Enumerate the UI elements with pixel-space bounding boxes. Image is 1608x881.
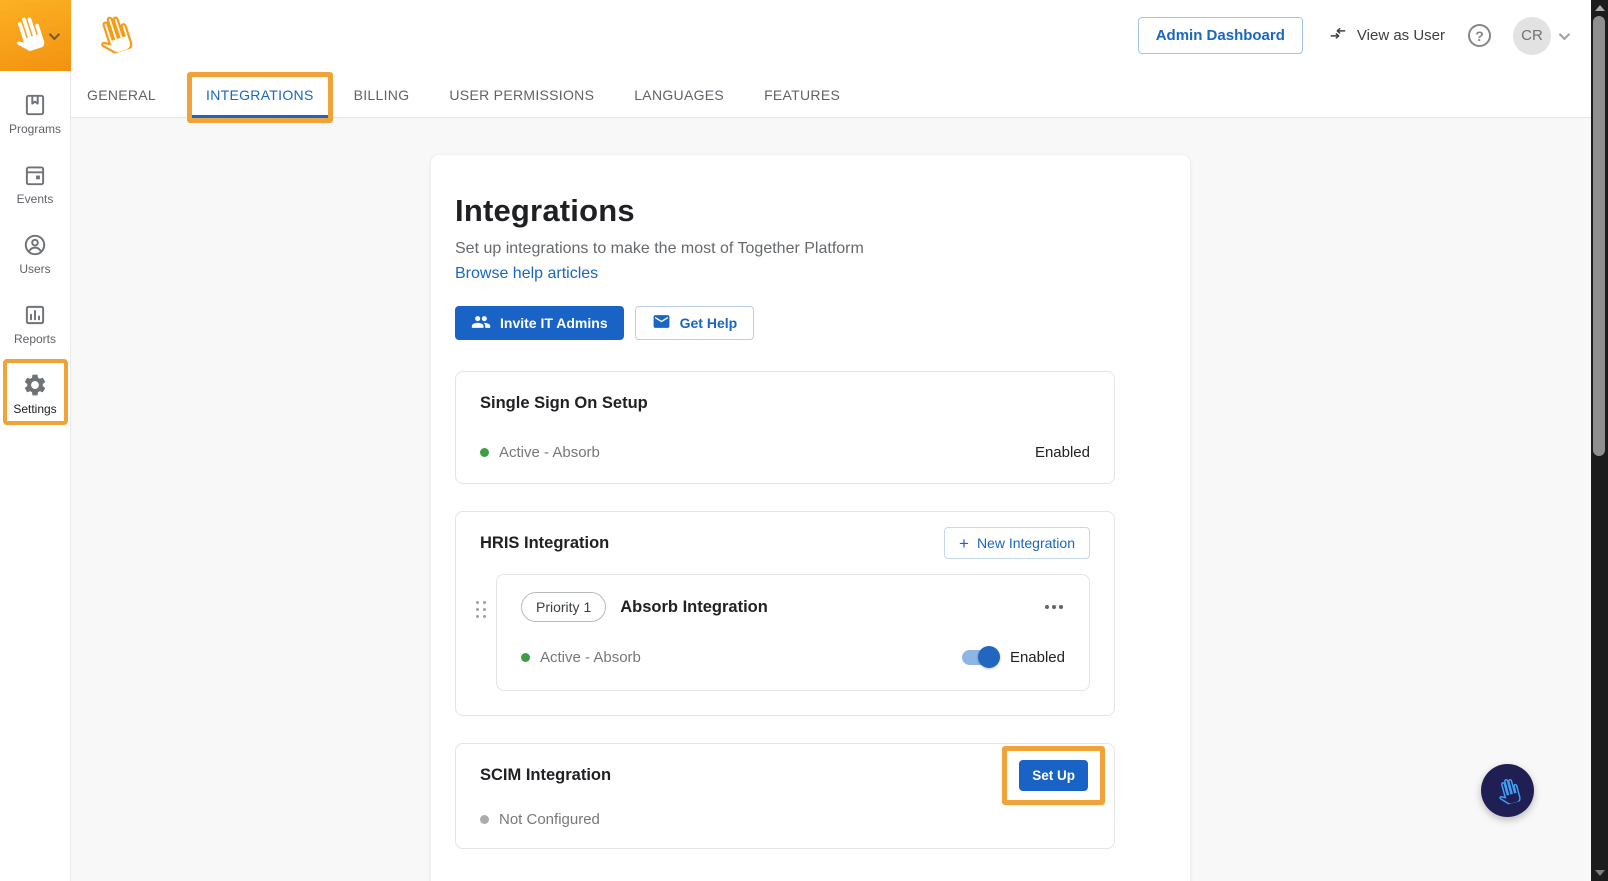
sidebar-logo-menu[interactable] (0, 0, 71, 71)
get-help-button[interactable]: Get Help (634, 306, 755, 340)
absorb-integration-head: Priority 1 Absorb Integration (521, 592, 1065, 622)
mail-icon (652, 312, 671, 334)
sidebar-item-label: Events (16, 192, 54, 206)
help-icon[interactable]: ? (1468, 24, 1491, 47)
scim-status-text: Not Configured (499, 811, 600, 828)
absorb-integration-card: Priority 1 Absorb Integration Active - A… (496, 574, 1090, 691)
sidebar-item-programs[interactable]: Programs (0, 92, 71, 136)
status-dot-active (480, 448, 489, 457)
toggle-enabled-label: Enabled (1009, 649, 1065, 666)
scim-card: SCIM Integration Set Up Not Configured (455, 743, 1115, 849)
browse-help-articles-link[interactable]: Browse help articles (455, 265, 598, 283)
together-hand-logo-icon (5, 10, 52, 60)
scrollbar (1591, 0, 1608, 881)
absorb-status-text: Active - Absorb (540, 649, 641, 666)
sso-enabled-label: Enabled (1034, 444, 1090, 461)
sso-status-row: Active - Absorb Enabled (480, 444, 1090, 461)
page-subtitle: Set up integrations to make the most of … (455, 240, 864, 257)
scim-status-row: Not Configured (480, 811, 1090, 828)
people-icon (471, 312, 491, 335)
set-up-button[interactable]: Set Up (1019, 760, 1088, 791)
sidebar-item-label: Reports (13, 332, 57, 346)
enabled-toggle[interactable] (961, 646, 1000, 668)
new-integration-button[interactable]: + New Integration (944, 527, 1090, 559)
logo-chevron-down-icon (48, 28, 61, 40)
header: Admin Dashboard View as User ? CR GENERA… (71, 0, 1591, 123)
tab-languages[interactable]: LANGUAGES (632, 71, 726, 118)
hris-card-title: HRIS Integration (480, 533, 610, 552)
users-person-icon (22, 232, 48, 258)
scim-card-title: SCIM Integration (480, 766, 612, 784)
avatar[interactable]: CR (1513, 16, 1551, 55)
priority-badge: Priority 1 (521, 592, 607, 622)
tab-billing[interactable]: BILLING (352, 71, 412, 118)
hris-card-head: HRIS Integration + New Integration (480, 527, 1090, 559)
sidebar-item-users[interactable]: Users (0, 232, 71, 276)
events-calendar-icon (22, 162, 48, 188)
reports-chart-icon (22, 302, 48, 328)
scrollbar-up-arrow[interactable] (1591, 1, 1608, 15)
status-dot-active (521, 653, 530, 662)
overflow-menu-icon[interactable] (1043, 599, 1065, 615)
programs-book-icon (22, 92, 48, 118)
swap-arrows-icon (1328, 23, 1348, 48)
tab-general[interactable]: GENERAL (85, 71, 158, 118)
annotation-box-set-up: Set Up (1002, 746, 1105, 805)
integrations-panel: Integrations Set up integrations to make… (431, 155, 1190, 881)
absorb-status-row: Active - Absorb Enabled (521, 646, 1065, 668)
sidebar: Programs Events Users Reports Settings (0, 0, 71, 881)
settings-gear-icon (22, 372, 48, 398)
view-as-user-button[interactable]: View as User (1328, 23, 1445, 48)
settings-tabs: GENERAL INTEGRATIONS BILLING USER PERMIS… (71, 71, 1591, 123)
sidebar-item-events[interactable]: Events (0, 162, 71, 206)
fab-hand-icon (1498, 778, 1521, 805)
tab-features[interactable]: FEATURES (762, 71, 842, 118)
sidebar-item-label: Programs (8, 122, 61, 136)
enabled-toggle-group: Enabled (961, 646, 1065, 668)
plus-icon: + (959, 533, 969, 553)
admin-dashboard-button[interactable]: Admin Dashboard (1137, 17, 1303, 54)
support-widget-button[interactable] (1481, 764, 1534, 817)
content-area: Integrations Set up integrations to make… (71, 118, 1591, 881)
sidebar-nav: Programs Events Users Reports Settings (0, 71, 70, 442)
sso-card: Single Sign On Setup Active - Absorb Ena… (455, 371, 1115, 484)
action-buttons-row: Invite IT Admins Get Help (455, 306, 1166, 340)
sidebar-item-reports[interactable]: Reports (0, 302, 71, 346)
sidebar-item-settings[interactable]: Settings (0, 359, 71, 425)
header-top: Admin Dashboard View as User ? CR (71, 0, 1591, 71)
scrollbar-down-arrow[interactable] (1591, 866, 1608, 880)
tab-integrations[interactable]: INTEGRATIONS (187, 71, 333, 123)
scim-card-head: SCIM Integration Set Up (480, 746, 1105, 805)
brand-hand-outline-icon (89, 10, 138, 63)
integration-row: Priority 1 Absorb Integration Active - A… (471, 574, 1090, 691)
page-title: Integrations (455, 193, 635, 228)
app-window: Programs Events Users Reports Settings A… (0, 0, 1608, 881)
integration-name: Absorb Integration (620, 597, 768, 616)
status-dot-not-configured (480, 815, 489, 824)
sidebar-item-label: Users (19, 262, 51, 276)
sso-card-title: Single Sign On Setup (480, 394, 648, 412)
sidebar-item-label: Settings (13, 402, 57, 416)
tab-user-permissions[interactable]: USER PERMISSIONS (447, 71, 596, 118)
account-chevron-down-icon[interactable] (1558, 28, 1571, 40)
view-as-user-label: View as User (1356, 27, 1445, 44)
sso-status-text: Active - Absorb (499, 444, 600, 461)
drag-handle-icon[interactable] (471, 574, 491, 691)
hris-card: HRIS Integration + New Integration Prior… (455, 511, 1115, 716)
invite-it-admins-button[interactable]: Invite IT Admins (455, 306, 624, 340)
scrollbar-thumb[interactable] (1593, 16, 1605, 456)
